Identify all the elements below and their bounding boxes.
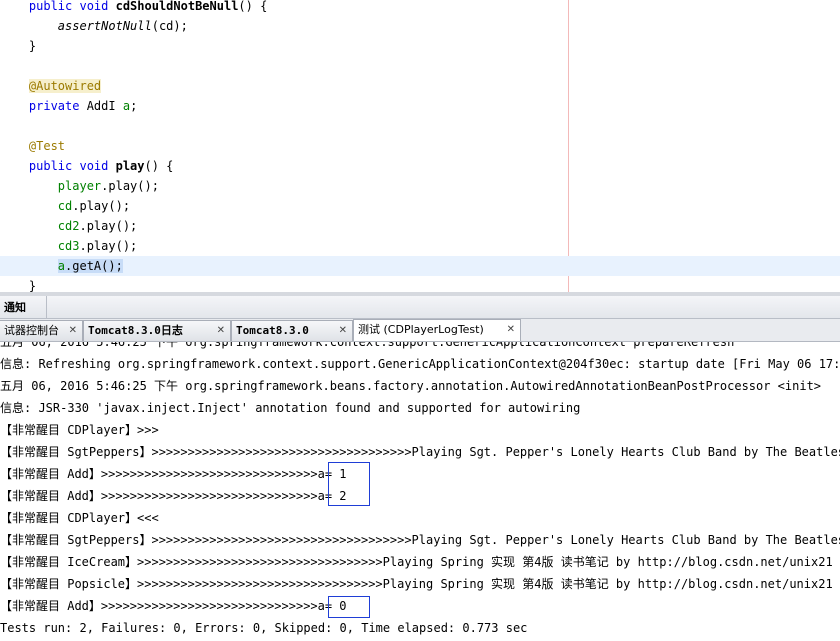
code-token: } <box>0 39 37 53</box>
console-line: 【非常醒目 IceCream】>>>>>>>>>>>>>>>>>>>>>>>>>… <box>0 555 833 569</box>
code-token: play <box>115 159 145 173</box>
tab-debugger-console[interactable]: 试器控制台 ✕ <box>0 320 83 341</box>
code-line[interactable]: cd3.play(); <box>0 236 840 256</box>
code-token: .play(); <box>79 239 138 253</box>
console-line: Tests run: 2, Failures: 0, Errors: 0, Sk… <box>0 621 528 635</box>
code-line[interactable] <box>0 116 840 136</box>
code-token: @Test <box>0 139 66 153</box>
code-line[interactable]: a.getA(); <box>0 256 840 276</box>
code-line[interactable]: @Test <box>0 136 840 156</box>
close-icon[interactable]: ✕ <box>217 321 225 341</box>
code-token: () { <box>238 0 268 13</box>
code-line[interactable]: cd2.play(); <box>0 216 840 236</box>
code-token: .play(); <box>101 179 159 193</box>
console-line: 【非常醒目 Add】>>>>>>>>>>>>>>>>>>>>>>>>>>>>>>… <box>0 599 347 613</box>
output-tabbar: 试器控制台 ✕ Tomcat8.3.0日志 ✕ Tomcat8.3.0 ✕ 测试… <box>0 319 840 342</box>
code-token: cdShouldNotBeNull <box>115 0 239 13</box>
console-line: 信息: JSR-330 'javax.inject.Inject' annota… <box>0 401 581 415</box>
code-token: .getA(); <box>65 259 123 273</box>
tab-label: 测试 (CDPlayerLogTest) <box>358 323 484 336</box>
console-line: 【非常醒目 CDPlayer】<<< <box>0 511 159 525</box>
tab-test-cdplayerlogtest[interactable]: 测试 (CDPlayerLogTest) ✕ <box>353 319 521 341</box>
close-icon[interactable]: ✕ <box>507 320 515 340</box>
notification-separator <box>46 296 47 318</box>
code-token: .play(); <box>72 199 131 213</box>
code-token: ; <box>130 99 138 113</box>
notification-label[interactable]: 通知 <box>4 299 26 315</box>
code-line[interactable]: } <box>0 36 840 56</box>
code-line[interactable]: cd.play(); <box>0 196 840 216</box>
console-line: 五月 06, 2016 5:46:25 下午 org.springframewo… <box>0 379 822 393</box>
code-token: @Autowired <box>28 79 102 93</box>
tab-label: 试器控制台 <box>4 324 59 337</box>
code-token: player <box>57 179 102 193</box>
code-line[interactable]: public void play() { <box>0 156 840 176</box>
console-line: 【非常醒目 SgtPeppers】>>>>>>>>>>>>>>>>>>>>>>>… <box>0 533 840 547</box>
selection-highlight: a.getA(); <box>57 259 123 273</box>
code-line[interactable]: @Autowired <box>0 76 840 96</box>
output-console[interactable]: 五月 06, 2016 5:46:25 下午 org.springframewo… <box>0 342 840 641</box>
code-line[interactable] <box>0 56 840 76</box>
notification-bar: 通知 <box>0 296 840 319</box>
console-line: 【非常醒目 Add】>>>>>>>>>>>>>>>>>>>>>>>>>>>>>>… <box>0 467 347 481</box>
code-token: private <box>0 99 87 113</box>
code-token: cd3 <box>57 239 80 253</box>
code-token: a <box>122 99 131 113</box>
code-line[interactable]: assertNotNull(cd); <box>0 16 840 36</box>
code-editor[interactable]: public void cdShouldNotBeNull() { assert… <box>0 0 840 292</box>
code-token: public void <box>0 159 116 173</box>
code-token: cd2 <box>57 219 80 233</box>
console-line: 【非常醒目 SgtPeppers】>>>>>>>>>>>>>>>>>>>>>>>… <box>0 445 840 459</box>
tab-label: Tomcat8.3.0 <box>236 324 309 337</box>
code-token: cd <box>57 199 73 213</box>
code-token: AddI <box>86 99 123 113</box>
code-token: .play(); <box>79 219 138 233</box>
code-line[interactable]: player.play(); <box>0 176 840 196</box>
code-line[interactable]: private AddI a; <box>0 96 840 116</box>
code-token: } <box>0 279 37 292</box>
code-token: () { <box>144 159 174 173</box>
console-line: 【非常醒目 Popsicle】>>>>>>>>>>>>>>>>>>>>>>>>>… <box>0 577 833 591</box>
code-line[interactable]: } <box>0 276 840 292</box>
close-icon[interactable]: ✕ <box>339 321 347 341</box>
console-line: 五月 06, 2016 5:46:25 下午 org.springframewo… <box>0 342 735 349</box>
code-token: a <box>57 259 66 273</box>
code-token: (cd); <box>151 19 188 33</box>
tab-tomcat[interactable]: Tomcat8.3.0 ✕ <box>231 320 353 341</box>
code-token: public void <box>0 0 116 13</box>
close-icon[interactable]: ✕ <box>69 321 77 341</box>
tab-label: Tomcat8.3.0日志 <box>88 324 183 337</box>
console-line: 信息: Refreshing org.springframework.conte… <box>0 357 840 371</box>
code-token: assertNotNull <box>57 19 152 33</box>
code-line[interactable]: public void cdShouldNotBeNull() { <box>0 0 840 16</box>
console-line: 【非常醒目 CDPlayer】>>> <box>0 423 159 437</box>
console-line: 【非常醒目 Add】>>>>>>>>>>>>>>>>>>>>>>>>>>>>>>… <box>0 489 347 503</box>
tab-tomcat-log[interactable]: Tomcat8.3.0日志 ✕ <box>83 320 231 341</box>
